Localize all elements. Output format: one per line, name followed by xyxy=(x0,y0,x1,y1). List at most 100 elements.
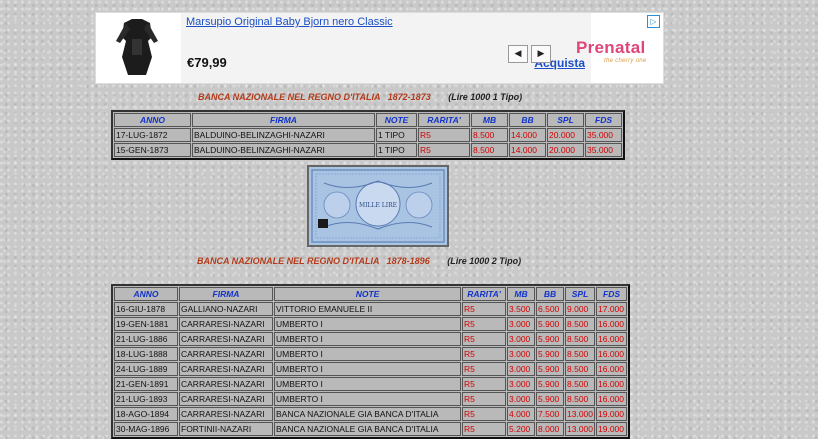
cell-firma: CARRARESI-NAZARI xyxy=(179,317,273,331)
cell-bb: 5.900 xyxy=(536,332,564,346)
cell-rarita: R5 xyxy=(462,422,506,436)
cell-firma: CARRARESI-NAZARI xyxy=(179,332,273,346)
cell-spl: 8.500 xyxy=(565,392,595,406)
cell-bb: 5.900 xyxy=(536,377,564,391)
cell-spl: 8.500 xyxy=(565,377,595,391)
column-header-mb: MB xyxy=(471,113,508,127)
cell-note: UMBERTO I xyxy=(274,362,461,376)
cell-rarita: R5 xyxy=(418,143,470,157)
cell-mb: 3.000 xyxy=(507,317,535,331)
cell-bb: 5.900 xyxy=(536,317,564,331)
cell-fds: 16.000 xyxy=(596,317,627,331)
cell-fds: 19.000 xyxy=(596,407,627,421)
column-header-note: NOTE xyxy=(376,113,417,127)
cell-fds: 16.000 xyxy=(596,332,627,346)
cell-fds: 16.000 xyxy=(596,377,627,391)
column-header-note: NOTE xyxy=(274,287,461,301)
cell-bb: 8.000 xyxy=(536,422,564,436)
cell-rarita: R5 xyxy=(462,407,506,421)
cell-note: BANCA NAZIONALE GIA BANCA D'ITALIA xyxy=(274,422,461,436)
column-header-firma: FIRMA xyxy=(192,113,375,127)
table-row: 15-GEN-1873 BALDUINO-BELINZAGHI-NAZARI 1 T… xyxy=(114,143,622,157)
cell-spl: 13.000 xyxy=(565,422,595,436)
cell-mb: 5.200 xyxy=(507,422,535,436)
prenatal-logo[interactable]: Prenatal the cherry one xyxy=(576,38,646,64)
cell-spl: 8.500 xyxy=(565,347,595,361)
banknote-title: MILLE LIRE xyxy=(359,202,397,209)
cell-anno: 21-LUG-1893 xyxy=(114,392,178,406)
cell-anno: 18-LUG-1888 xyxy=(114,347,178,361)
column-header-firma: FIRMA xyxy=(179,287,273,301)
cell-mb: 4.000 xyxy=(507,407,535,421)
ad-prev-button[interactable]: ◀ xyxy=(508,45,528,63)
cell-rarita: R5 xyxy=(462,317,506,331)
column-header-rarita: RARITA' xyxy=(462,287,506,301)
cell-anno: 18-AGO-1894 xyxy=(114,407,178,421)
section1-heading: BANCA NAZIONALE NEL REGNO D'ITALIA 1872-… xyxy=(198,92,522,102)
column-header-anno: ANNO xyxy=(114,287,178,301)
brand-tagline: the cherry one xyxy=(604,58,647,64)
cell-firma: BALDUINO-BELINZAGHI-NAZARI xyxy=(192,128,375,142)
cell-note: UMBERTO I xyxy=(274,332,461,346)
cell-bb: 6.500 xyxy=(536,302,564,316)
banknote-table-2: ANNO FIRMA NOTE RARITA' MB BB SPL FDS 16-GIU-18… xyxy=(111,284,630,439)
cell-fds: 35.000 xyxy=(585,128,622,142)
column-header-spl: SPL xyxy=(547,113,584,127)
section2-heading: BANCA NAZIONALE NEL REGNO D'ITALIA 1878-… xyxy=(197,256,521,266)
table-header-row: ANNO FIRMA NOTE RARITA' MB BB SPL FDS xyxy=(114,287,627,301)
cell-anno: 24-LUG-1889 xyxy=(114,362,178,376)
table-row: 21-GEN-1891 CARRARESI-NAZARI UMBERTO I R5 3.… xyxy=(114,377,627,391)
column-header-mb: MB xyxy=(507,287,535,301)
cell-rarita: R5 xyxy=(462,347,506,361)
column-header-anno: ANNO xyxy=(114,113,191,127)
column-header-spl: SPL xyxy=(565,287,595,301)
cell-anno: 17-LUG-1872 xyxy=(114,128,191,142)
cell-anno: 19-GEN-1881 xyxy=(114,317,178,331)
ad-banner[interactable]: Marsupio Original Baby Bjorn nero Classi… xyxy=(95,12,664,84)
cell-anno: 30-MAG-1896 xyxy=(114,422,178,436)
cell-rarita: R5 xyxy=(462,332,506,346)
cell-anno: 21-GEN-1891 xyxy=(114,377,178,391)
cell-note: BANCA NAZIONALE GIA BANCA D'ITALIA xyxy=(274,407,461,421)
cell-fds: 35.000 xyxy=(585,143,622,157)
cell-rarita: R5 xyxy=(462,377,506,391)
cell-spl: 20.000 xyxy=(547,128,584,142)
section1-type: (Lire 1000 1 Tipo) xyxy=(448,92,523,102)
cell-mb: 3.000 xyxy=(507,362,535,376)
column-header-bb: BB xyxy=(536,287,564,301)
table-row: 21-LUG-1893 CARRARESI-NAZARI UMBERTO I R5 3.… xyxy=(114,392,627,406)
cell-firma: CARRARESI-NAZARI xyxy=(179,377,273,391)
cell-spl: 20.000 xyxy=(547,143,584,157)
cell-bb: 14.000 xyxy=(509,128,546,142)
section1-title: BANCA NAZIONALE NEL REGNO D'ITALIA xyxy=(198,92,381,102)
cell-fds: 17.000 xyxy=(596,302,627,316)
cell-fds: 16.000 xyxy=(596,362,627,376)
ad-next-button[interactable]: ▶ xyxy=(531,45,551,63)
adchoices-icon[interactable]: ▷ xyxy=(647,15,660,28)
cell-anno: 15-GEN-1873 xyxy=(114,143,191,157)
cell-bb: 5.900 xyxy=(536,347,564,361)
baby-carrier-image[interactable] xyxy=(102,17,172,79)
cell-spl: 8.500 xyxy=(565,362,595,376)
cell-anno: 16-GIU-1878 xyxy=(114,302,178,316)
cell-firma: GALLIANO-NAZARI xyxy=(179,302,273,316)
cell-bb: 5.900 xyxy=(536,362,564,376)
cell-note: 1 TIPO xyxy=(376,128,417,142)
table-row: 21-LUG-1886 CARRARESI-NAZARI UMBERTO I R5 3.… xyxy=(114,332,627,346)
section2-type: (Lire 1000 2 Tipo) xyxy=(447,256,522,266)
table-row: 30-MAG-1896 FORTINII-NAZARI BANCA NAZIONAL… xyxy=(114,422,627,436)
cell-note: UMBERTO I xyxy=(274,392,461,406)
section2-title: BANCA NAZIONALE NEL REGNO D'ITALIA xyxy=(197,256,380,266)
ad-title-link[interactable]: Marsupio Original Baby Bjorn nero Classi… xyxy=(186,16,393,28)
section1-years: 1872-1873 xyxy=(387,92,431,102)
cell-spl: 13.000 xyxy=(565,407,595,421)
ad-price: €79,99 xyxy=(187,55,227,70)
ad-carousel-nav: ◀ ▶ xyxy=(508,41,554,63)
cell-rarita: R5 xyxy=(418,128,470,142)
cell-bb: 14.000 xyxy=(509,143,546,157)
table-row: 19-GEN-1881 CARRARESI-NAZARI UMBERTO I R5 3.… xyxy=(114,317,627,331)
cell-bb: 5.900 xyxy=(536,392,564,406)
table-row: 18-AGO-1894 CARRARESI-NAZARI BANCA NAZIONA… xyxy=(114,407,627,421)
table-row: 17-LUG-1872 BALDUINO-BELINZAGHI-NAZARI 1 T… xyxy=(114,128,622,142)
cell-fds: 16.000 xyxy=(596,347,627,361)
